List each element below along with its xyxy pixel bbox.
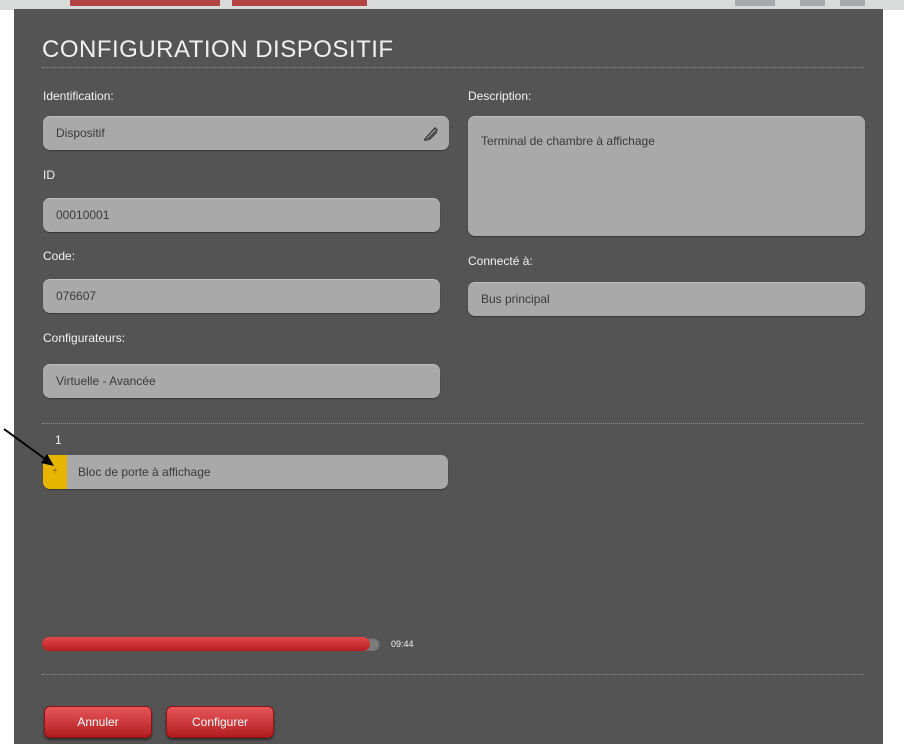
description-value: Terminal de chambre à affichage xyxy=(481,134,655,148)
connecte-field[interactable]: Bus principal xyxy=(468,282,865,316)
connecte-label: Connecté à: xyxy=(468,254,533,268)
configure-button[interactable]: Configurer xyxy=(166,706,274,738)
config-panel: CONFIGURATION DISPOSITIF Identification:… xyxy=(14,9,883,744)
connecte-value: Bus principal xyxy=(481,292,550,306)
identification-field[interactable]: Dispositif xyxy=(43,116,449,150)
page-title: CONFIGURATION DISPOSITIF xyxy=(42,36,394,63)
code-label: Code: xyxy=(43,249,76,263)
divider xyxy=(42,674,864,675)
id-field[interactable]: 00010001 xyxy=(43,198,440,232)
divider xyxy=(42,67,864,68)
configurateurs-label: Configurateurs: xyxy=(43,331,126,345)
identification-label: Identification: xyxy=(43,89,114,103)
arrow-pointer-icon xyxy=(3,428,54,466)
description-label: Description: xyxy=(468,89,532,103)
code-field[interactable]: 076607 xyxy=(43,279,440,313)
code-value: 076607 xyxy=(56,289,97,303)
list-item-label: Bloc de porte à affichage xyxy=(78,465,211,479)
progress-time: 09:44 xyxy=(391,639,414,649)
top-tab[interactable] xyxy=(840,0,865,6)
identification-value: Dispositif xyxy=(56,126,105,140)
cancel-button[interactable]: Annuler xyxy=(44,706,152,738)
list-item[interactable]: + Bloc de porte à affichage xyxy=(43,455,448,489)
top-tab[interactable] xyxy=(800,0,825,6)
top-tab[interactable] xyxy=(735,0,775,6)
progress-bar xyxy=(42,637,380,651)
configurateurs-value: Virtuelle - Avancée xyxy=(56,374,156,388)
top-tab[interactable] xyxy=(232,0,367,6)
top-tab[interactable] xyxy=(70,0,220,6)
description-field[interactable]: Terminal de chambre à affichage xyxy=(468,116,865,236)
id-value: 00010001 xyxy=(56,208,110,222)
divider xyxy=(42,423,864,424)
progress-fill xyxy=(42,637,370,651)
configurateurs-field[interactable]: Virtuelle - Avancée xyxy=(43,364,440,398)
id-label: ID xyxy=(43,168,55,182)
pencil-icon[interactable] xyxy=(421,123,441,143)
